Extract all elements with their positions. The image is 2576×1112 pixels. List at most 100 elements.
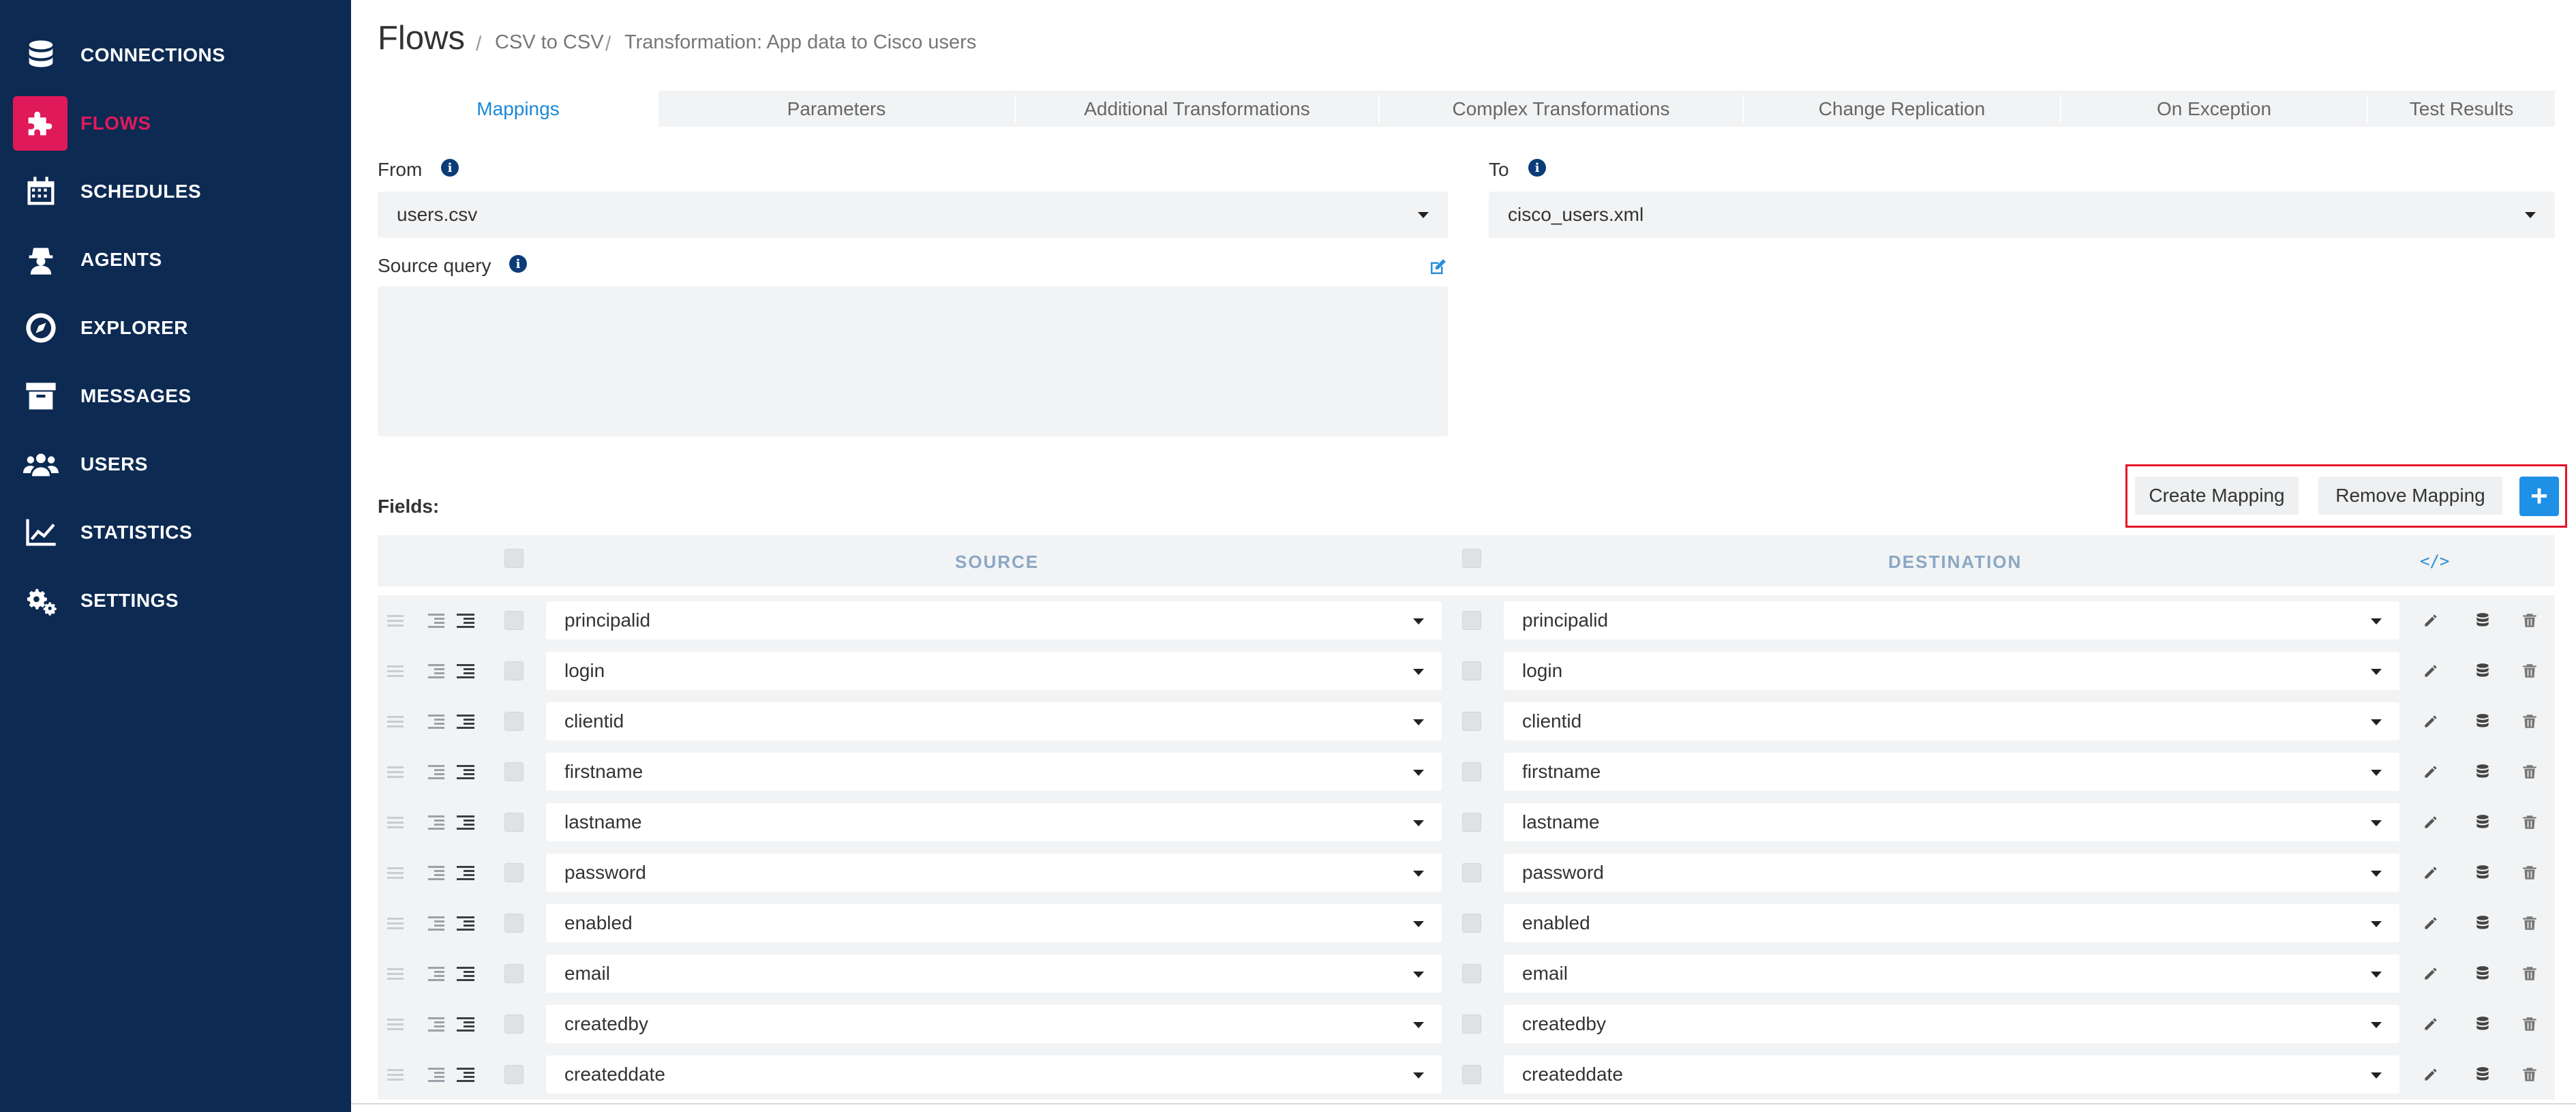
pencil-icon[interactable]: [2419, 659, 2442, 682]
trash-icon[interactable]: [2518, 760, 2541, 783]
info-icon[interactable]: i: [441, 159, 459, 177]
tab-complex-transformations[interactable]: Complex Transformations: [1380, 91, 1742, 127]
database-icon[interactable]: [2471, 861, 2494, 884]
trash-icon[interactable]: [2518, 912, 2541, 935]
pencil-icon[interactable]: [2419, 861, 2442, 884]
indent-icon[interactable]: [457, 612, 474, 629]
source-field-select[interactable]: lastname: [546, 803, 1442, 841]
source-field-select[interactable]: principalid: [546, 601, 1442, 640]
drag-handle-icon[interactable]: [387, 1016, 405, 1032]
trash-icon[interactable]: [2518, 1063, 2541, 1086]
source-field-select[interactable]: login: [546, 652, 1442, 690]
edit-icon[interactable]: [1427, 257, 1448, 277]
from-select[interactable]: users.csv: [378, 192, 1448, 238]
database-icon[interactable]: [2471, 912, 2494, 935]
indent-icon[interactable]: [457, 713, 474, 730]
source-row-checkbox[interactable]: [504, 762, 524, 781]
drag-handle-icon[interactable]: [387, 1066, 405, 1083]
tab-parameters[interactable]: Parameters: [658, 91, 1014, 127]
trash-icon[interactable]: [2518, 1012, 2541, 1036]
sidebar-item-users[interactable]: USERS: [0, 437, 351, 492]
outdent-icon[interactable]: [428, 915, 446, 931]
indent-icon[interactable]: [457, 915, 474, 931]
database-icon[interactable]: [2471, 760, 2494, 783]
destination-row-checkbox[interactable]: [1462, 1015, 1481, 1034]
pencil-icon[interactable]: [2419, 710, 2442, 733]
database-icon[interactable]: [2471, 962, 2494, 985]
sidebar-item-agents[interactable]: AGENTS: [0, 232, 351, 287]
destination-row-checkbox[interactable]: [1462, 964, 1481, 983]
outdent-icon[interactable]: [428, 612, 446, 629]
remove-mapping-button[interactable]: Remove Mapping: [2318, 477, 2502, 515]
pencil-icon[interactable]: [2419, 760, 2442, 783]
tab-test-results[interactable]: Test Results: [2368, 91, 2555, 127]
source-row-checkbox[interactable]: [504, 712, 524, 731]
sidebar-item-flows[interactable]: FLOWS: [0, 96, 351, 151]
tab-mappings[interactable]: Mappings: [378, 91, 658, 127]
indent-icon[interactable]: [457, 1016, 474, 1032]
tab-additional-transformations[interactable]: Additional Transformations: [1016, 91, 1378, 127]
destination-row-checkbox[interactable]: [1462, 1065, 1481, 1084]
destination-row-checkbox[interactable]: [1462, 863, 1481, 882]
drag-handle-icon[interactable]: [387, 612, 405, 629]
source-row-checkbox[interactable]: [504, 914, 524, 933]
drag-handle-icon[interactable]: [387, 764, 405, 780]
database-icon[interactable]: [2471, 1012, 2494, 1036]
destination-row-checkbox[interactable]: [1462, 813, 1481, 832]
source-field-select[interactable]: createddate: [546, 1055, 1442, 1094]
destination-row-checkbox[interactable]: [1462, 914, 1481, 933]
destination-field-select[interactable]: clientid: [1504, 702, 2399, 740]
outdent-icon[interactable]: [428, 865, 446, 881]
indent-icon[interactable]: [457, 814, 474, 830]
tab-change-replication[interactable]: Change Replication: [1744, 91, 2060, 127]
source-row-checkbox[interactable]: [504, 813, 524, 832]
pencil-icon[interactable]: [2419, 811, 2442, 834]
sidebar-item-schedules[interactable]: SCHEDULES: [0, 164, 351, 219]
database-icon[interactable]: [2471, 710, 2494, 733]
drag-handle-icon[interactable]: [387, 965, 405, 982]
destination-row-checkbox[interactable]: [1462, 661, 1481, 680]
destination-field-select[interactable]: email: [1504, 955, 2399, 993]
create-mapping-button[interactable]: Create Mapping: [2135, 477, 2299, 515]
source-field-select[interactable]: password: [546, 854, 1442, 892]
indent-icon[interactable]: [457, 965, 474, 982]
info-icon[interactable]: i: [1528, 159, 1546, 177]
select-all-source-checkbox[interactable]: [504, 549, 524, 568]
pencil-icon[interactable]: [2419, 1063, 2442, 1086]
breadcrumb-item[interactable]: CSV to CSV: [495, 31, 604, 54]
source-row-checkbox[interactable]: [504, 1015, 524, 1034]
destination-field-select[interactable]: firstname: [1504, 753, 2399, 791]
indent-icon[interactable]: [457, 764, 474, 780]
source-query-editor[interactable]: [378, 286, 1448, 436]
destination-field-select[interactable]: login: [1504, 652, 2399, 690]
outdent-icon[interactable]: [428, 713, 446, 730]
drag-handle-icon[interactable]: [387, 814, 405, 830]
trash-icon[interactable]: [2518, 659, 2541, 682]
source-row-checkbox[interactable]: [504, 611, 524, 630]
source-field-select[interactable]: enabled: [546, 904, 1442, 942]
pencil-icon[interactable]: [2419, 962, 2442, 985]
trash-icon[interactable]: [2518, 962, 2541, 985]
destination-field-select[interactable]: lastname: [1504, 803, 2399, 841]
outdent-icon[interactable]: [428, 965, 446, 982]
drag-handle-icon[interactable]: [387, 713, 405, 730]
sidebar-item-connections[interactable]: CONNECTIONS: [0, 28, 351, 82]
code-toggle-icon[interactable]: </>: [2420, 552, 2449, 571]
database-icon[interactable]: [2471, 1063, 2494, 1086]
destination-field-select[interactable]: principalid: [1504, 601, 2399, 640]
source-field-select[interactable]: firstname: [546, 753, 1442, 791]
select-all-destination-checkbox[interactable]: [1462, 549, 1481, 568]
outdent-icon[interactable]: [428, 1066, 446, 1083]
source-row-checkbox[interactable]: [504, 1065, 524, 1084]
pencil-icon[interactable]: [2419, 1012, 2442, 1036]
add-mapping-button[interactable]: +: [2519, 477, 2559, 516]
outdent-icon[interactable]: [428, 814, 446, 830]
source-field-select[interactable]: clientid: [546, 702, 1442, 740]
indent-icon[interactable]: [457, 1066, 474, 1083]
source-row-checkbox[interactable]: [504, 863, 524, 882]
drag-handle-icon[interactable]: [387, 865, 405, 881]
trash-icon[interactable]: [2518, 710, 2541, 733]
destination-field-select[interactable]: createdby: [1504, 1005, 2399, 1043]
drag-handle-icon[interactable]: [387, 663, 405, 679]
source-row-checkbox[interactable]: [504, 964, 524, 983]
